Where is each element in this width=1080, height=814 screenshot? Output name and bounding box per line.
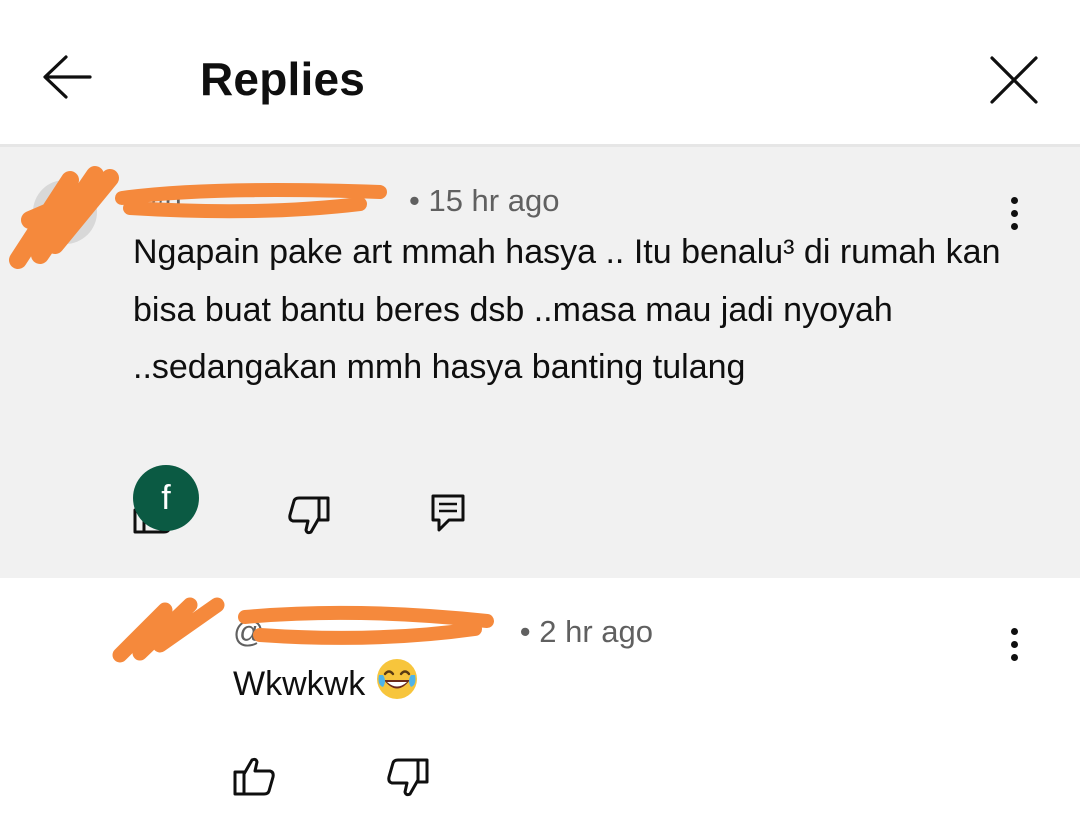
reply-like-button[interactable] bbox=[230, 752, 278, 800]
reply-timestamp: 2 hr ago bbox=[539, 614, 653, 649]
laughing-emoji-icon bbox=[375, 657, 419, 720]
back-button[interactable] bbox=[38, 52, 94, 104]
like-icon bbox=[233, 757, 275, 796]
redaction-mark-reply-avatar bbox=[112, 597, 225, 663]
dislike-icon bbox=[288, 496, 330, 535]
page-title: Replies bbox=[200, 53, 366, 105]
replies-header: Replies bbox=[0, 0, 1080, 145]
reply-dislike-button[interactable] bbox=[384, 754, 432, 802]
reply-text: Wkwkwk bbox=[233, 665, 366, 703]
meta-separator: • bbox=[408, 183, 420, 218]
reply-button[interactable] bbox=[427, 490, 475, 538]
close-icon bbox=[990, 56, 1038, 104]
reply-icon bbox=[431, 494, 465, 532]
comment-text: Ngapain pake art mmah hasya .. Itu benal… bbox=[133, 233, 1001, 386]
reply-meta-separator: • bbox=[519, 614, 531, 649]
reply-avatar[interactable]: f bbox=[133, 465, 199, 531]
reply-text-row: Wkwkwk bbox=[233, 656, 419, 720]
redaction-mark-handle bbox=[115, 183, 387, 219]
close-button[interactable] bbox=[984, 50, 1044, 110]
reply-more-options-button[interactable] bbox=[999, 620, 1029, 670]
arrow-left-icon bbox=[43, 55, 92, 99]
redaction-mark-reply-handle bbox=[238, 605, 494, 645]
dislike-button[interactable] bbox=[285, 492, 333, 540]
dislike-icon bbox=[387, 758, 429, 797]
comment-timestamp: 15 hr ago bbox=[428, 183, 560, 218]
